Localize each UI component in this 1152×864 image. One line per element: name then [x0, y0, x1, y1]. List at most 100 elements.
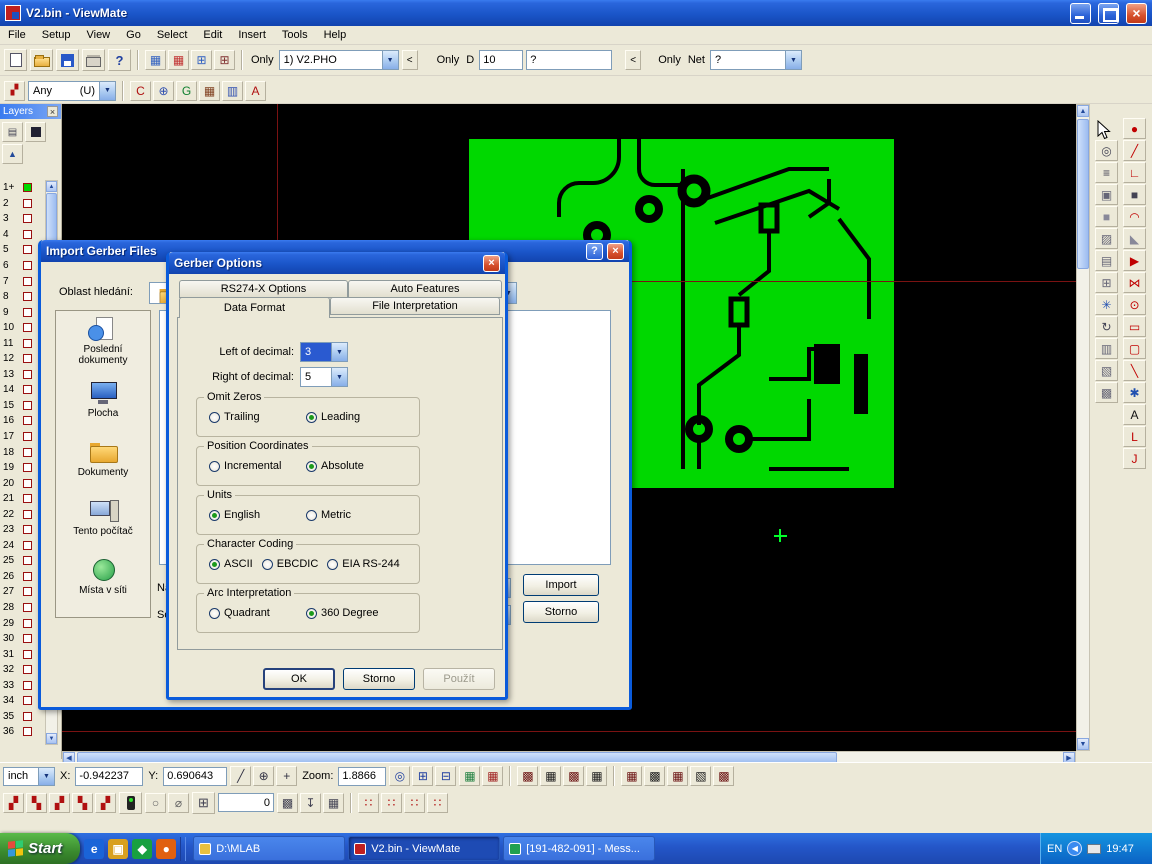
hook-tool-button[interactable]: J — [1123, 448, 1146, 469]
radio-leading[interactable]: Leading — [306, 411, 403, 423]
grid-toggle-button[interactable]: ⊞ — [192, 792, 215, 814]
layer-color-chip[interactable] — [23, 245, 32, 254]
units-combo[interactable]: inch ▼ — [3, 767, 55, 786]
center-target-tool-button[interactable]: ⊕ — [153, 81, 174, 101]
layer-color-chip[interactable] — [23, 572, 32, 581]
menu-item-tools[interactable]: Tools — [274, 27, 316, 43]
radio-quadrant[interactable]: Quadrant — [209, 607, 306, 619]
import-cancel-button[interactable]: Storno — [523, 601, 599, 623]
layer-row[interactable]: 1+ — [0, 180, 44, 196]
layer-row[interactable]: 4 — [0, 227, 44, 243]
active-layer-chip-button[interactable] — [25, 122, 46, 142]
checker-tool-2-button[interactable]: ▚ — [26, 793, 47, 813]
menu-item-edit[interactable]: Edit — [195, 27, 230, 43]
layer-color-chip[interactable] — [23, 416, 32, 425]
draw-flash-tool-button[interactable]: ▶ — [1123, 250, 1146, 271]
checker-tool-3-button[interactable]: ▞ — [49, 793, 70, 813]
layer-color-chip[interactable] — [23, 401, 32, 410]
radio-ebcdic[interactable]: EBCDIC — [262, 558, 319, 570]
layer-row[interactable]: 3 — [0, 211, 44, 227]
stamp-tool-button[interactable]: ▧ — [1095, 360, 1118, 381]
checker-tool-5-button[interactable]: ▞ — [95, 793, 116, 813]
draw-arc-tool-button[interactable]: ◠ — [1123, 206, 1146, 227]
vertical-scroll-thumb[interactable] — [1077, 119, 1089, 269]
trace-grid-tool-button[interactable]: ▥ — [222, 81, 243, 101]
taskbar-task-button[interactable]: V2.bin - ViewMate — [348, 836, 500, 861]
pad-pattern-tool-8-button[interactable]: ▧ — [690, 766, 711, 786]
rotate-view-tool-button[interactable]: ↻ — [1095, 316, 1118, 337]
menu-item-view[interactable]: View — [78, 27, 118, 43]
layer-color-chip[interactable] — [23, 712, 32, 721]
menu-item-go[interactable]: Go — [118, 27, 149, 43]
component-tool-button[interactable]: C — [130, 81, 151, 101]
diameter-tool-button[interactable]: ⌀ — [168, 793, 189, 813]
layers-scroll-thumb[interactable] — [46, 193, 57, 247]
place-network-places[interactable]: Místa v síti — [56, 547, 150, 606]
layer-row[interactable]: 36 — [0, 724, 44, 740]
pad-pattern-tool-4-button[interactable]: ▦ — [586, 766, 607, 786]
layer-color-chip[interactable] — [23, 727, 32, 736]
radio-english[interactable]: English — [209, 509, 306, 521]
query-tool-button[interactable]: ▣ — [1095, 184, 1118, 205]
dialog-close-button[interactable]: × — [483, 255, 500, 272]
layer-color-chip[interactable] — [23, 308, 32, 317]
chevron-down-icon[interactable]: ▼ — [331, 368, 347, 386]
place-my-computer[interactable]: Tento počítač — [56, 488, 150, 547]
d-filter-input[interactable]: ? — [526, 50, 612, 70]
layer-color-chip[interactable] — [23, 183, 32, 192]
menu-item-help[interactable]: Help — [316, 27, 355, 43]
layer-color-chip[interactable] — [23, 199, 32, 208]
layer-color-chip[interactable] — [23, 479, 32, 488]
gerber-dialog-titlebar[interactable]: Gerber Options × — [169, 252, 505, 274]
right-decimal-combo[interactable]: 5 ▼ — [300, 367, 348, 387]
layer-color-chip[interactable] — [23, 665, 32, 674]
dot-grid-tool-button[interactable]: ▩ — [277, 793, 298, 813]
layer-color-chip[interactable] — [23, 681, 32, 690]
highlight-net-tool-button[interactable]: ▦ — [145, 50, 166, 70]
layer-color-chip[interactable] — [23, 323, 32, 332]
pad-pattern-tool-9-button[interactable]: ▩ — [713, 766, 734, 786]
layer-color-chip[interactable] — [23, 556, 32, 565]
layer-color-chip[interactable] — [23, 230, 32, 239]
layers-close-icon[interactable]: × — [47, 106, 58, 117]
pad-pattern-tool-1-button[interactable]: ▩ — [517, 766, 538, 786]
draw-triangle-tool-button[interactable]: ◣ — [1123, 228, 1146, 249]
tab-data-format[interactable]: Data Format — [179, 297, 330, 318]
grid-table-red-tool-button[interactable]: ▦ — [482, 766, 503, 786]
filled-square-tool-button[interactable]: ■ — [1095, 206, 1118, 227]
context-help-button[interactable] — [108, 49, 131, 71]
scroll-down-icon[interactable]: ▼ — [1077, 738, 1089, 750]
layer-color-chip[interactable] — [23, 603, 32, 612]
layer-color-chip[interactable] — [23, 277, 32, 286]
draw-target-tool-button[interactable]: ⊙ — [1123, 294, 1146, 315]
tab-rs274-x-options[interactable]: RS274-X Options — [179, 280, 348, 298]
draw-line-tool-button[interactable]: ╱ — [1123, 140, 1146, 161]
radio-360-degree[interactable]: 360 Degree — [306, 607, 403, 619]
layers-menu-button[interactable]: ▤ — [2, 122, 23, 142]
pad-pattern-tool-2-button[interactable]: ▦ — [540, 766, 561, 786]
tab-file-interpretation[interactable]: File Interpretation — [330, 297, 500, 315]
drop-anchor-tool-button[interactable]: ↧ — [300, 793, 321, 813]
internet-explorer-icon[interactable]: e — [84, 839, 104, 859]
red-dots-tool-4-button[interactable]: ∷ — [427, 793, 448, 813]
red-dots-tool-2-button[interactable]: ∷ — [381, 793, 402, 813]
table-view-tool-button[interactable]: ▥ — [1095, 338, 1118, 359]
left-decimal-combo[interactable]: 3 ▼ — [300, 342, 348, 362]
radio-ascii[interactable]: ASCII — [209, 558, 253, 570]
import-button[interactable]: Import — [523, 574, 599, 596]
crosshair-tool-button[interactable]: + — [276, 766, 297, 786]
prev-file-button[interactable]: < — [402, 50, 418, 70]
radio-absolute[interactable]: Absolute — [306, 460, 403, 472]
layer-color-chip[interactable] — [23, 510, 32, 519]
zoom-select-tool-button[interactable]: ◎ — [389, 766, 410, 786]
layer-color-chip[interactable] — [23, 541, 32, 550]
scroll-down-icon[interactable]: ▼ — [46, 733, 57, 744]
radio-trailing[interactable]: Trailing — [209, 411, 306, 423]
draw-sketch-tool-button[interactable]: ╲ — [1123, 360, 1146, 381]
layer-color-chip[interactable] — [23, 292, 32, 301]
annotation-tool-button[interactable]: A — [245, 81, 266, 101]
layers-panel-header[interactable]: Layers × — [0, 104, 61, 119]
new-file-button[interactable] — [4, 49, 27, 71]
layer-color-chip[interactable] — [23, 494, 32, 503]
red-dots-tool-1-button[interactable]: ∷ — [358, 793, 379, 813]
